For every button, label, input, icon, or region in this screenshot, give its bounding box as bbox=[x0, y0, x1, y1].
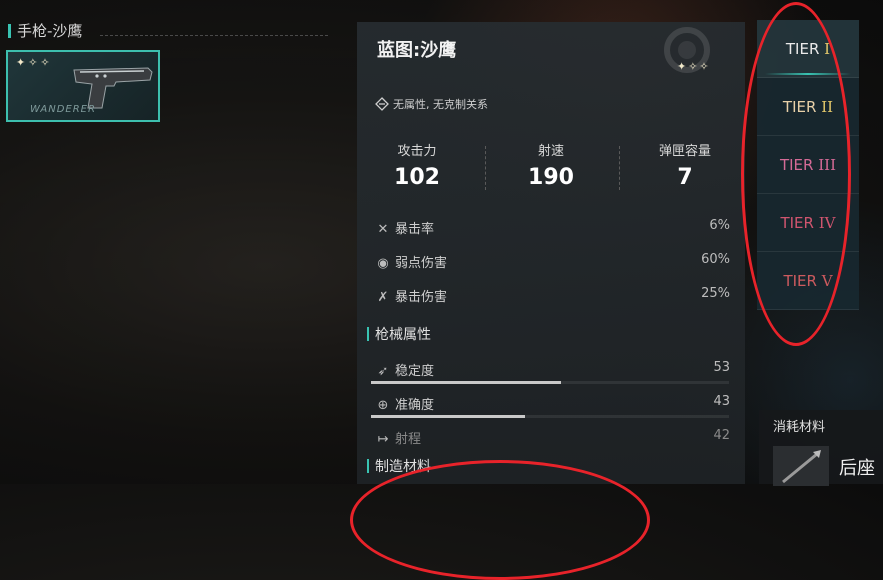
crosshair-icon: ⊕ bbox=[377, 398, 389, 413]
category-title-text: 手枪-沙鹰 bbox=[17, 22, 83, 40]
stat-value: 7 bbox=[677, 165, 693, 190]
row-label: 弱点伤害 bbox=[395, 256, 448, 271]
section-title: 枪械属性 bbox=[375, 327, 431, 343]
stability-icon: ➶ bbox=[377, 364, 389, 379]
attribute-line: 无属性, 无克制关系 bbox=[375, 96, 488, 112]
stability-bar-fill bbox=[371, 381, 561, 384]
row-value: 25% bbox=[701, 286, 730, 301]
row-value: 6% bbox=[709, 218, 730, 233]
accent-bar bbox=[367, 327, 369, 341]
category-divider bbox=[100, 35, 328, 36]
tier-label: TIER bbox=[782, 98, 817, 116]
weapon-card-desert-eagle[interactable]: ✦✧✧ WANDERER bbox=[6, 50, 160, 122]
weapon-brand: WANDERER bbox=[30, 104, 96, 115]
row-label: 暴击率 bbox=[395, 222, 435, 237]
row-label: 准确度 bbox=[395, 398, 435, 413]
crit-rate-row: ✕ 暴击率 6% bbox=[375, 218, 730, 244]
row-value: 43 bbox=[713, 394, 730, 409]
tier-tabs: TIER I TIER II TIER III TIER IV TIER V bbox=[757, 20, 859, 310]
consumable-materials-panel: 消耗材料 后座 bbox=[759, 410, 883, 486]
stat-value: 190 bbox=[528, 165, 574, 190]
tab-tier-5[interactable]: TIER V bbox=[757, 252, 859, 310]
stat-label: 射速 bbox=[537, 144, 564, 159]
panel-title: 蓝图:沙鹰 bbox=[377, 40, 457, 61]
section-crafting-materials: 制造材料 bbox=[367, 456, 431, 476]
weakpoint-icon: ◉ bbox=[377, 256, 389, 271]
tier-roman: III bbox=[818, 156, 837, 174]
row-label: 暴击伤害 bbox=[395, 290, 448, 305]
consumable-title: 消耗材料 bbox=[773, 420, 826, 435]
rarity-stars: ✦✧✧ bbox=[16, 56, 53, 69]
range-row: ↦ 射程 42 bbox=[375, 428, 730, 454]
tier-label: TIER bbox=[779, 156, 814, 174]
tier-roman: II bbox=[821, 98, 834, 116]
row-label: 射程 bbox=[395, 432, 422, 447]
row-value: 53 bbox=[713, 360, 730, 375]
stat-fire-rate: 射速 190 bbox=[491, 140, 611, 190]
weapon-detail-panel: 蓝图:沙鹰 ✦✧✧ 无属性, 无克制关系 攻击力 102 射速 190 弹匣容量… bbox=[357, 22, 745, 484]
attribute-text: 无属性, 无克制关系 bbox=[393, 98, 488, 111]
tier-label: TIER bbox=[780, 214, 814, 232]
crit-rate-icon: ✕ bbox=[377, 222, 389, 237]
material-name: 后座 bbox=[839, 458, 875, 479]
accent-bar bbox=[8, 24, 11, 38]
row-label: 稳定度 bbox=[395, 364, 435, 379]
rarity-stars: ✦✧✧ bbox=[677, 60, 711, 73]
stat-label: 攻击力 bbox=[397, 144, 437, 159]
tier-roman: I bbox=[824, 40, 831, 58]
weakpoint-damage-row: ◉ 弱点伤害 60% bbox=[375, 252, 730, 278]
material-part-icon bbox=[782, 450, 821, 484]
tier-label: TIER bbox=[783, 272, 817, 290]
tier-roman: V bbox=[821, 272, 833, 290]
row-value: 60% bbox=[701, 252, 730, 267]
material-thumbnail[interactable] bbox=[773, 446, 829, 486]
accent-bar bbox=[367, 459, 369, 473]
stat-divider bbox=[485, 146, 486, 190]
crit-damage-row: ✗ 暴击伤害 25% bbox=[375, 286, 730, 312]
accuracy-bar-fill bbox=[371, 415, 525, 418]
category-title: 手枪-沙鹰 bbox=[8, 20, 82, 41]
crit-damage-icon: ✗ bbox=[377, 290, 389, 305]
stat-value: 102 bbox=[394, 165, 440, 190]
tab-tier-4[interactable]: TIER IV bbox=[757, 194, 859, 252]
stat-magazine: 弹匣容量 7 bbox=[625, 140, 745, 190]
stability-bar bbox=[371, 381, 729, 384]
element-icon bbox=[375, 97, 389, 111]
accuracy-bar bbox=[371, 415, 729, 418]
tab-tier-1[interactable]: TIER I bbox=[757, 20, 859, 78]
section-title: 制造材料 bbox=[375, 459, 431, 475]
tier-label: TIER bbox=[785, 40, 820, 58]
range-icon: ↦ bbox=[377, 432, 389, 447]
row-value: 42 bbox=[713, 428, 730, 443]
stat-divider bbox=[619, 146, 620, 190]
stat-attack: 攻击力 102 bbox=[357, 140, 477, 190]
tier-roman: IV bbox=[818, 214, 836, 232]
section-gun-attributes: 枪械属性 bbox=[367, 324, 431, 344]
tab-tier-2[interactable]: TIER II bbox=[757, 78, 859, 136]
tab-tier-3[interactable]: TIER III bbox=[757, 136, 859, 194]
stat-label: 弹匣容量 bbox=[658, 144, 711, 159]
